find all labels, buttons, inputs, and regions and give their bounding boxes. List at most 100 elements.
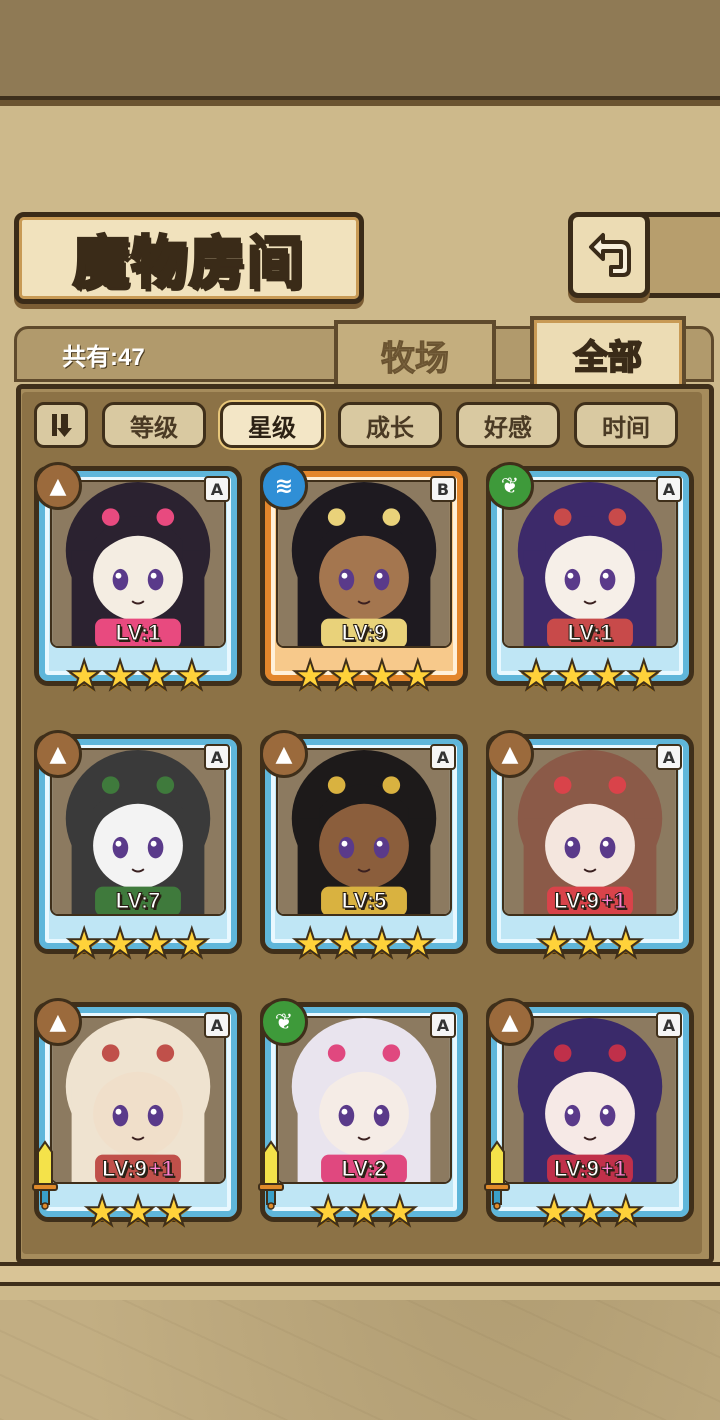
star-icon: ★ (137, 921, 175, 967)
earth-element-icon: ▲ (260, 730, 308, 778)
star-icon: ★ (119, 1189, 157, 1235)
star-icon: ★ (399, 921, 437, 967)
monster-level: LV:2 (260, 1156, 468, 1182)
star-icon: ★ (65, 921, 103, 967)
sort-level-label: 等级 (130, 413, 178, 442)
rank-badge: A (430, 1012, 456, 1038)
star-icon: ★ (571, 1189, 609, 1235)
monster-level: LV:7 (34, 888, 242, 914)
rank-badge: B (430, 476, 456, 502)
monster-card[interactable]: ▲ A LV:9+1 ★ ★ ★ (486, 730, 694, 976)
star-rating: ★ ★ ★ (486, 921, 694, 968)
earth-element-icon: ▲ (486, 730, 534, 778)
sort-order-icon (52, 414, 72, 437)
star-icon: ★ (571, 921, 609, 967)
star-rating: ★ ★ ★ ★ (486, 653, 694, 700)
star-rating: ★ ★ ★ ★ (260, 921, 468, 968)
level-text: LV:5 (341, 888, 387, 914)
sort-growth-label: 成长 (366, 413, 414, 442)
sort-affection-label: 好感 (484, 413, 532, 442)
rank-badge: A (204, 1012, 230, 1038)
star-icon: ★ (535, 921, 573, 967)
earth-element-icon: ▲ (486, 998, 534, 1046)
sort-star-button[interactable]: 星级 (220, 402, 324, 448)
tab-all-label: 全部 (573, 337, 643, 379)
star-icon: ★ (327, 921, 365, 967)
water-element-icon: ≋ (260, 462, 308, 510)
star-rating: ★ ★ ★ (34, 1189, 242, 1236)
star-icon: ★ (65, 653, 103, 699)
level-bonus: +1 (148, 1156, 174, 1182)
star-icon: ★ (173, 921, 211, 967)
tab-ranch-label: 牧场 (381, 338, 450, 379)
star-icon: ★ (291, 653, 329, 699)
wood-element-icon: ❦ (260, 998, 308, 1046)
rank-badge: A (430, 744, 456, 770)
monster-card[interactable]: ▲ A LV:1 ★ ★ ★ ★ (34, 462, 242, 708)
star-icon: ★ (327, 653, 365, 699)
star-rating: ★ ★ ★ ★ (34, 921, 242, 968)
level-bonus: +1 (600, 888, 626, 914)
rank-badge: A (656, 744, 682, 770)
star-icon: ★ (137, 653, 175, 699)
monster-level: LV:9+1 (34, 1156, 242, 1182)
star-icon: ★ (535, 1189, 573, 1235)
star-rating: ★ ★ ★ ★ (260, 653, 468, 700)
sort-growth-button[interactable]: 成长 (338, 402, 442, 448)
earth-element-icon: ▲ (34, 730, 82, 778)
star-icon: ★ (607, 921, 645, 967)
monster-level: LV:1 (486, 620, 694, 646)
level-text: LV:1 (115, 620, 161, 646)
star-icon: ★ (553, 653, 591, 699)
earth-element-icon: ▲ (34, 462, 82, 510)
monster-card[interactable]: ▲ A LV:7 ★ ★ ★ ★ (34, 730, 242, 976)
rank-badge: A (204, 744, 230, 770)
sort-affection-button[interactable]: 好感 (456, 402, 560, 448)
bottom-rail (0, 1262, 720, 1286)
star-rating: ★ ★ ★ ★ (34, 653, 242, 700)
sort-time-button[interactable]: 时间 (574, 402, 678, 448)
monster-card[interactable]: ▲ A LV:5 ★ ★ ★ ★ (260, 730, 468, 976)
star-icon: ★ (625, 653, 663, 699)
star-icon: ★ (363, 653, 401, 699)
star-icon: ★ (517, 653, 555, 699)
star-icon: ★ (607, 1189, 645, 1235)
level-text: LV:7 (115, 888, 161, 914)
monster-card[interactable]: ❦ A LV:1 ★ ★ ★ ★ (486, 462, 694, 708)
return-arrow-icon (589, 233, 631, 277)
sort-time-label: 时间 (602, 413, 650, 442)
level-text: LV:2 (341, 1156, 387, 1182)
sort-order-toggle[interactable] (34, 402, 88, 448)
monster-card[interactable]: ▲ A LV:9+1 ★ ★ ★ (32, 998, 242, 1244)
monster-level: LV:1 (34, 620, 242, 646)
level-text: LV:9 (554, 1156, 600, 1182)
monster-card[interactable]: ▲ A LV:9+1 ★ ★ ★ (484, 998, 694, 1244)
earth-element-icon: ▲ (34, 998, 82, 1046)
rank-badge: A (204, 476, 230, 502)
back-button[interactable] (568, 212, 650, 298)
star-rating: ★ ★ ★ (486, 1189, 694, 1236)
tab-all[interactable]: 全部 (530, 316, 686, 388)
monster-level: LV:9+1 (486, 888, 694, 914)
star-icon: ★ (101, 653, 139, 699)
level-text: LV:1 (567, 620, 613, 646)
star-icon: ★ (173, 653, 211, 699)
star-icon: ★ (309, 1189, 347, 1235)
back-button-rail (640, 212, 720, 298)
star-icon: ★ (363, 921, 401, 967)
wood-element-icon: ❦ (486, 462, 534, 510)
sort-star-label: 星级 (248, 413, 296, 442)
level-bonus: +1 (600, 1156, 626, 1182)
level-text: LV:9 (341, 620, 387, 646)
monster-level: LV:9 (260, 620, 468, 646)
sort-level-button[interactable]: 等级 (102, 402, 206, 448)
star-icon: ★ (155, 1189, 193, 1235)
monster-card[interactable]: ❦ A LV:2 ★ ★ ★ (258, 998, 468, 1244)
tab-ranch[interactable]: 牧场 (334, 320, 496, 386)
monster-card[interactable]: ≋ B LV:9 ★ ★ ★ ★ (260, 462, 468, 708)
star-icon: ★ (101, 921, 139, 967)
star-rating: ★ ★ ★ (260, 1189, 468, 1236)
monster-level: LV:9+1 (486, 1156, 694, 1182)
monster-level: LV:5 (260, 888, 468, 914)
star-icon: ★ (589, 653, 627, 699)
